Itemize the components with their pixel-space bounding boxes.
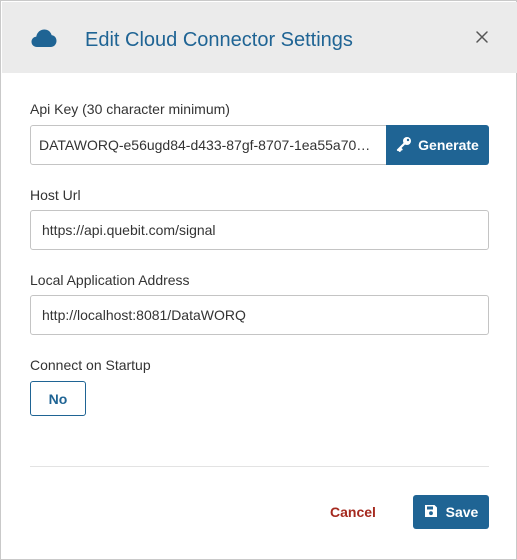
save-button[interactable]: Save xyxy=(413,495,489,529)
local-address-field[interactable]: http://localhost:8081/DataWORQ xyxy=(30,295,489,335)
close-button[interactable] xyxy=(470,27,494,51)
host-url-label: Host Url xyxy=(30,187,81,203)
footer-divider xyxy=(30,466,489,467)
floppy-disk-icon xyxy=(424,504,446,521)
edit-cloud-connector-dialog: Edit Cloud Connector Settings Api Key (3… xyxy=(0,0,517,560)
connect-on-startup-toggle[interactable]: No xyxy=(30,381,86,416)
connect-on-startup-label: Connect on Startup xyxy=(30,357,151,373)
api-key-label: Api Key (30 character minimum) xyxy=(30,101,230,117)
host-url-field[interactable]: https://api.quebit.com/signal xyxy=(30,210,489,250)
api-key-field[interactable]: DATAWORQ-e56ugd84-d433-87gf-8707-1ea55a7… xyxy=(30,125,387,165)
cancel-button[interactable]: Cancel xyxy=(319,495,387,529)
local-address-label: Local Application Address xyxy=(30,272,190,288)
api-key-value: DATAWORQ-e56ugd84-d433-87gf-8707-1ea55a7… xyxy=(39,137,378,153)
host-url-value: https://api.quebit.com/signal xyxy=(42,222,216,238)
close-icon xyxy=(475,30,489,49)
key-icon xyxy=(396,136,418,155)
dialog-title: Edit Cloud Connector Settings xyxy=(85,29,353,51)
dialog-header: Edit Cloud Connector Settings xyxy=(2,2,517,73)
local-address-value: http://localhost:8081/DataWORQ xyxy=(42,307,246,323)
generate-button[interactable]: Generate xyxy=(386,125,489,165)
save-label: Save xyxy=(445,504,479,520)
cloud-icon xyxy=(31,28,57,48)
generate-label: Generate xyxy=(418,137,479,153)
